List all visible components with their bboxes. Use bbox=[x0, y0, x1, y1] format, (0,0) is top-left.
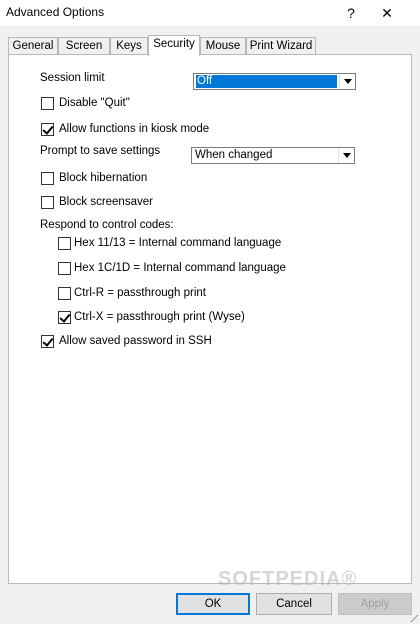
block-hibernation-label: Block hibernation bbox=[59, 172, 148, 184]
control-code-label: Ctrl-X = passthrough print (Wyse) bbox=[74, 311, 245, 323]
ok-button[interactable]: OK bbox=[176, 593, 250, 615]
session-limit-label: Session limit bbox=[40, 72, 105, 84]
block-hibernation-checkbox[interactable] bbox=[41, 172, 54, 185]
block-screensaver-label: Block screensaver bbox=[59, 196, 153, 208]
tab-strip: General Screen Keys Security Mouse Print… bbox=[8, 35, 412, 56]
control-codes-heading: Respond to control codes: bbox=[40, 219, 174, 231]
cancel-button[interactable]: Cancel bbox=[256, 593, 332, 615]
control-code-checkbox[interactable] bbox=[58, 311, 71, 324]
prompt-save-label: Prompt to save settings bbox=[40, 145, 161, 157]
control-code-label: Hex 1C/1D = Internal command language bbox=[74, 262, 286, 274]
allow-saved-password-checkbox[interactable] bbox=[41, 335, 54, 348]
allow-kiosk-label: Allow functions in kiosk mode bbox=[59, 123, 210, 135]
tab-screen[interactable]: Screen bbox=[58, 37, 110, 55]
allow-saved-password-label: Allow saved password in SSH bbox=[59, 335, 212, 347]
advanced-options-dialog: Advanced Options ? ✕ General Screen Keys… bbox=[0, 0, 420, 624]
window-title: Advanced Options bbox=[6, 5, 105, 19]
session-limit-value: Off bbox=[196, 75, 337, 88]
control-code-label: Ctrl-R = passthrough print bbox=[74, 287, 206, 299]
prompt-save-value: When changed bbox=[195, 149, 273, 161]
tab-security[interactable]: Security bbox=[148, 35, 200, 56]
control-code-checkbox[interactable] bbox=[58, 237, 71, 250]
block-screensaver-checkbox[interactable] bbox=[41, 196, 54, 209]
session-limit-select[interactable]: Off bbox=[193, 73, 356, 90]
security-panel: Session limit Off Disable "Quit" Allow f… bbox=[8, 54, 412, 584]
disable-quit-label: Disable "Quit" bbox=[59, 97, 130, 109]
allow-kiosk-checkbox[interactable] bbox=[41, 123, 54, 136]
chevron-down-icon[interactable] bbox=[339, 75, 354, 88]
control-code-checkbox[interactable] bbox=[58, 262, 71, 275]
chevron-down-icon[interactable] bbox=[338, 149, 353, 162]
control-code-label: Hex 11/13 = Internal command language bbox=[74, 237, 282, 249]
softpedia-watermark: SOFTPEDIA® bbox=[218, 568, 358, 590]
resize-grip-icon[interactable] bbox=[408, 612, 418, 622]
tab-mouse[interactable]: Mouse bbox=[200, 37, 246, 55]
close-button[interactable]: ✕ bbox=[372, 3, 402, 23]
tab-general[interactable]: General bbox=[8, 37, 58, 55]
apply-button[interactable]: Apply bbox=[338, 593, 412, 615]
control-code-checkbox[interactable] bbox=[58, 287, 71, 300]
help-button[interactable]: ? bbox=[336, 3, 366, 23]
tab-keys[interactable]: Keys bbox=[110, 37, 148, 55]
disable-quit-checkbox[interactable] bbox=[41, 97, 54, 110]
tab-print-wizard[interactable]: Print Wizard bbox=[246, 37, 316, 55]
prompt-save-select[interactable]: When changed bbox=[191, 147, 355, 164]
title-bar: Advanced Options ? ✕ bbox=[0, 0, 420, 26]
